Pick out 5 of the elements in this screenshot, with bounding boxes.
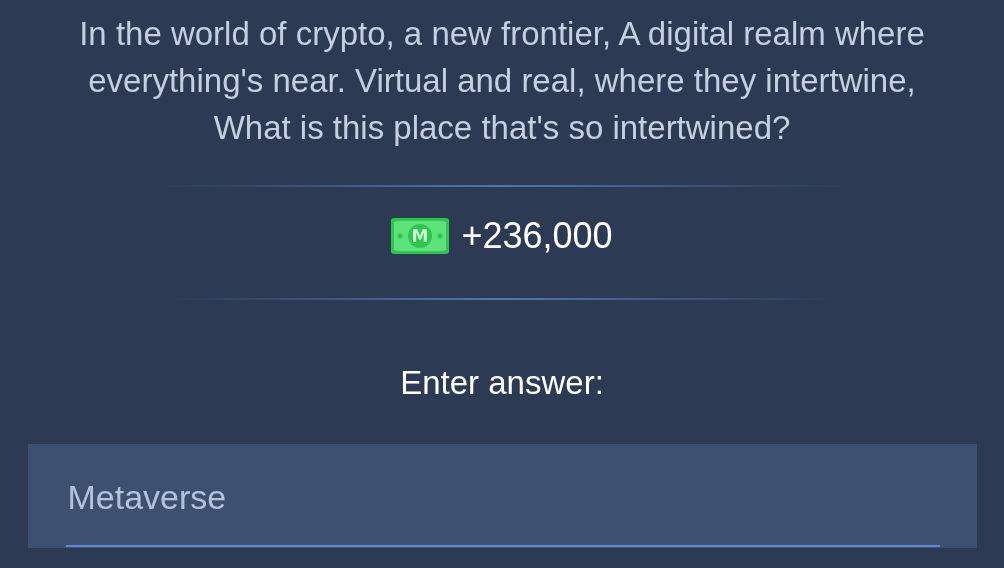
answer-label: Enter answer: <box>400 364 604 402</box>
answer-field[interactable]: Metaverse <box>27 444 977 548</box>
banknote-icon: M <box>391 218 450 254</box>
reward-amount: +236,000 <box>461 215 613 257</box>
riddle-text: In the world of crypto, a new frontier, A digital realm where everything's near. Virtual and real, where they intertwine, What is this place that's so intertwined? <box>78 14 926 148</box>
